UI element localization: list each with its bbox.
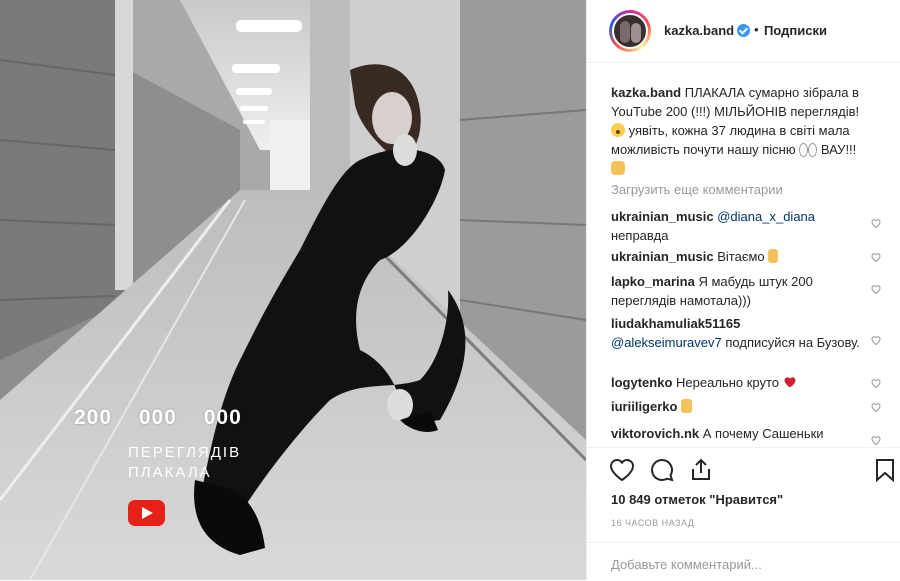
comment-like-heart-icon[interactable] (870, 334, 882, 346)
raised-hands-emoji-icon (611, 161, 625, 175)
comment-icon[interactable] (649, 458, 675, 487)
comment-username-link[interactable]: ukrainian_music (611, 249, 714, 264)
comment-scroll-clip: viktorovich.nk А почему Сашеньки (587, 424, 900, 446)
astonished-face-emoji-icon (611, 123, 625, 137)
comment-item: logytenko Нереально круто (611, 373, 867, 392)
comment-like-heart-icon[interactable] (870, 434, 882, 446)
comment-username-link[interactable]: iuriiligerko (611, 399, 677, 414)
instagram-post: 200 000 000 ПЕРЕГЛЯДІВ ПЛАКАЛА kazka.ban… (0, 0, 900, 580)
ok-hand-emoji-icon (768, 249, 779, 263)
share-icon[interactable] (689, 458, 713, 487)
red-heart-emoji-icon (784, 377, 796, 388)
post-header: kazka.band • Подписки (587, 0, 900, 63)
comment-text: Нереально круто (676, 375, 780, 390)
comment-username-link[interactable]: viktorovich.nk (611, 426, 699, 441)
comment-text: неправда (611, 228, 669, 243)
comment-like-heart-icon[interactable] (870, 217, 882, 229)
header-separator: • (754, 22, 759, 37)
comment-like-heart-icon[interactable] (870, 283, 882, 295)
comment-like-heart-icon[interactable] (870, 401, 882, 413)
corridor-photo (0, 0, 586, 580)
comment-username-link[interactable]: logytenko (611, 375, 672, 390)
post-photo[interactable]: 200 000 000 ПЕРЕГЛЯДІВ ПЛАКАЛА (0, 0, 586, 580)
post-actions: 10 849 отметок "Нравится" 16 ЧАСОВ НАЗАД (587, 447, 900, 543)
likes-count[interactable]: 10 849 отметок "Нравится" (611, 492, 783, 507)
comment-item: iuriiligerko (611, 397, 867, 416)
comment-item: ukrainian_music @diana_x_diana неправда (611, 207, 867, 245)
view-count-overlay: 200 000 000 (74, 406, 242, 429)
comment-username-link[interactable]: liudakhamuliak51165 (611, 316, 740, 331)
add-comment-input[interactable] (611, 557, 871, 572)
comment-text: подписуйся на Бузову. (725, 335, 860, 350)
comment-text: Вітаємо (717, 249, 765, 264)
comment-item: liudakhamuliak51165 @alekseimuravev7 под… (611, 314, 867, 352)
load-more-comments-link[interactable]: Загрузить еще комментарии (611, 182, 783, 197)
caption-username-link[interactable]: kazka.band (611, 85, 681, 100)
eyes-emoji-icon (799, 142, 818, 157)
comment-username-link[interactable]: lapko_marina (611, 274, 695, 289)
comment-like-heart-icon[interactable] (870, 377, 882, 389)
avatar[interactable] (612, 13, 648, 49)
post-caption: kazka.band ПЛАКАЛА сумарно зібрала в You… (611, 83, 881, 178)
post-side-panel: kazka.band • Подписки kazka.band ПЛАКАЛА… (586, 0, 900, 580)
comment-username-link[interactable]: ukrainian_music (611, 209, 714, 224)
overlay-song-label: ПЛАКАЛА (128, 464, 212, 481)
thumbs-up-emoji-icon (681, 399, 693, 413)
verified-badge-icon (737, 24, 750, 37)
heart-icon[interactable] (609, 458, 635, 487)
caption-text-3: ВАУ!!! (820, 142, 857, 157)
comment-text: А почему Сашеньки (702, 426, 824, 441)
comment-item: viktorovich.nk А почему Сашеньки (611, 424, 867, 443)
add-comment-bar (587, 542, 900, 581)
bookmark-icon[interactable] (875, 458, 895, 487)
comment-mention-link[interactable]: @alekseimuravev7 (611, 335, 722, 350)
comment-like-heart-icon[interactable] (870, 251, 882, 263)
comment-item: ukrainian_music Вітаємо (611, 247, 867, 266)
following-button[interactable]: Подписки (764, 23, 827, 38)
comment-mention-link[interactable]: @diana_x_diana (717, 209, 815, 224)
comment-item: lapko_marina Я мабудь штук 200 перегляді… (611, 272, 867, 310)
post-timestamp[interactable]: 16 ЧАСОВ НАЗАД (611, 518, 694, 528)
overlay-views-label: ПЕРЕГЛЯДІВ (128, 444, 242, 461)
header-username-link[interactable]: kazka.band (664, 23, 734, 38)
youtube-play-icon (128, 500, 165, 526)
avatar-story-ring[interactable] (609, 10, 651, 52)
